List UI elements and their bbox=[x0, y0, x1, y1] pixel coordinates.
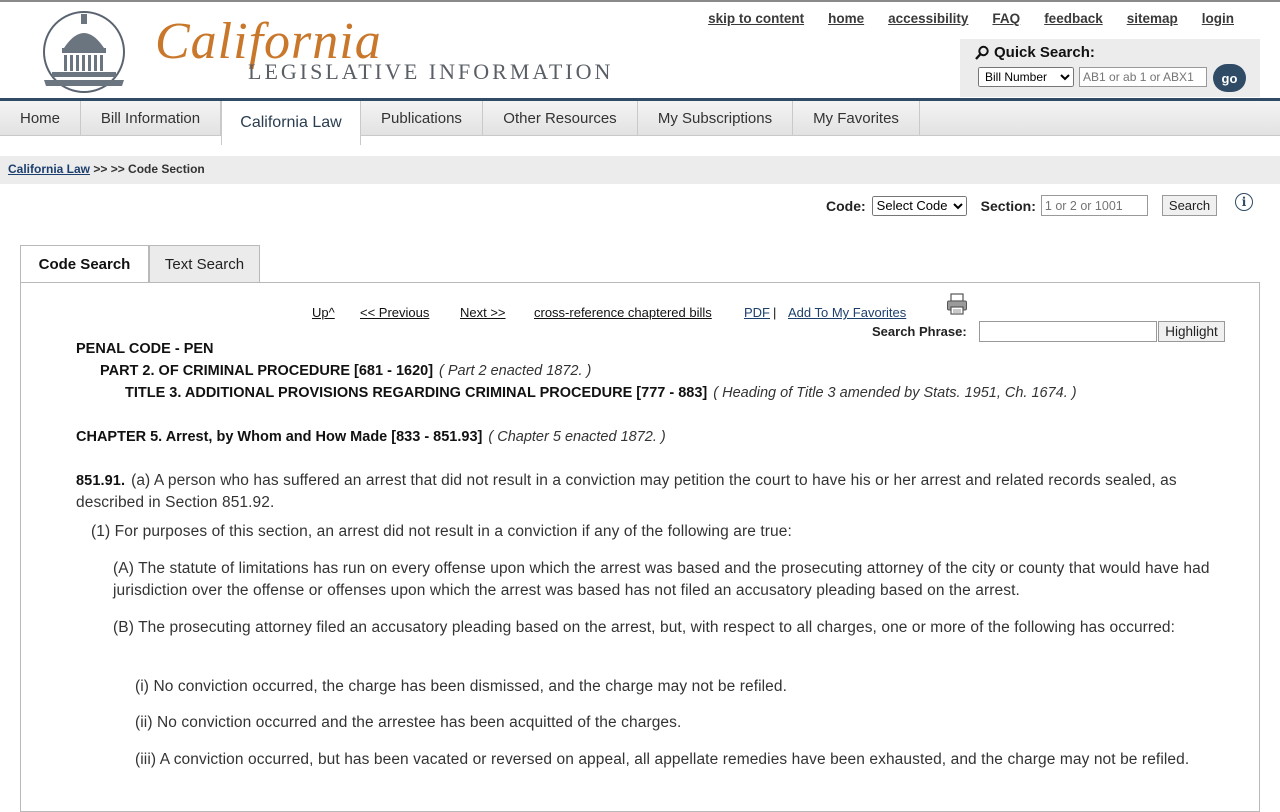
nav-bill-information[interactable]: Bill Information bbox=[81, 101, 221, 136]
breadcrumb-california-law-link[interactable]: California Law bbox=[8, 162, 90, 176]
paragraph-iii: (iii) A conviction occurred, but has bee… bbox=[135, 751, 1190, 768]
code-heading: PENAL CODE - PEN bbox=[76, 341, 214, 357]
quick-search-go-button[interactable]: go bbox=[1213, 64, 1246, 92]
faq-link[interactable]: FAQ bbox=[992, 11, 1020, 26]
code-section-panel: Up^ << Previous Next >> cross-reference … bbox=[20, 282, 1260, 812]
add-to-favorites-link[interactable]: Add To My Favorites bbox=[788, 305, 906, 320]
login-link[interactable]: login bbox=[1202, 11, 1234, 26]
tab-code-search[interactable]: Code Search bbox=[20, 245, 149, 283]
paragraph-B: (B) The prosecuting attorney filed an ac… bbox=[113, 619, 1176, 636]
paragraph-i: (i) No conviction occurred, the charge h… bbox=[135, 678, 788, 695]
feedback-link[interactable]: feedback bbox=[1044, 11, 1103, 26]
nav-home[interactable]: Home bbox=[0, 101, 81, 136]
section-label: Section: bbox=[980, 197, 1036, 214]
tab-text-search[interactable]: Text Search bbox=[149, 245, 260, 282]
chapter-heading: CHAPTER 5. Arrest, by Whom and How Made … bbox=[76, 429, 666, 445]
breadcrumb: California Law >> >> Code Section bbox=[0, 156, 1280, 184]
title-title: TITLE 3. ADDITIONAL PROVISIONS REGARDING… bbox=[125, 385, 708, 401]
title-note: ( Heading of Title 3 amended by Stats. 1… bbox=[713, 385, 1077, 401]
part-heading: PART 2. OF CRIMINAL PROCEDURE [681 - 162… bbox=[100, 363, 591, 379]
paragraph-1: (1) For purposes of this section, an arr… bbox=[91, 523, 792, 540]
logo-subtitle: LEGISLATIVE INFORMATION bbox=[248, 59, 614, 84]
code-select[interactable]: Select Code bbox=[871, 195, 967, 216]
nav-other-resources[interactable]: Other Resources bbox=[483, 101, 638, 136]
chapter-title: CHAPTER 5. Arrest, by Whom and How Made … bbox=[76, 429, 483, 445]
part-title: PART 2. OF CRIMINAL PROCEDURE [681 - 162… bbox=[100, 363, 434, 379]
search-phrase-input[interactable] bbox=[979, 321, 1157, 342]
section-input[interactable] bbox=[1040, 195, 1148, 216]
print-icon[interactable] bbox=[946, 293, 968, 315]
nav-publications[interactable]: Publications bbox=[361, 101, 483, 136]
up-link[interactable]: Up^ bbox=[312, 305, 335, 320]
paragraph-a-text: (a) A person who has suffered an arrest … bbox=[76, 472, 1177, 511]
skip-to-content-link[interactable]: skip to content bbox=[708, 11, 804, 26]
capitol-logo-icon[interactable] bbox=[40, 10, 128, 94]
code-label: Code: bbox=[826, 197, 866, 214]
search-phrase-label: Search Phrase: bbox=[872, 324, 967, 339]
info-icon[interactable]: i bbox=[1235, 193, 1253, 211]
pdf-link[interactable]: PDF bbox=[744, 305, 770, 320]
home-link[interactable]: home bbox=[828, 11, 864, 26]
highlight-button[interactable]: Highlight bbox=[1158, 321, 1225, 342]
section-search-button[interactable]: Search bbox=[1161, 195, 1218, 216]
quick-search-title: Quick Search: bbox=[974, 44, 1095, 61]
part-note: ( Part 2 enacted 1872. ) bbox=[439, 363, 592, 379]
quick-search-label: Quick Search: bbox=[994, 44, 1095, 61]
search-icon bbox=[975, 45, 989, 60]
quick-search-type-select[interactable]: Bill Number bbox=[978, 67, 1074, 87]
nav-california-law[interactable]: California Law bbox=[221, 101, 361, 145]
section-number: 851.91. bbox=[76, 473, 126, 489]
link-separator: | bbox=[773, 305, 777, 320]
chapter-note: ( Chapter 5 enacted 1872. ) bbox=[488, 429, 666, 445]
top-links: skip to content home accessibility FAQ f… bbox=[708, 11, 1234, 26]
breadcrumb-rest: >> >> Code Section bbox=[90, 162, 205, 176]
paragraph-A: (A) The statute of limitations has run o… bbox=[113, 560, 1210, 599]
main-nav: Home Bill Information California Law Pub… bbox=[0, 98, 1280, 145]
title-heading: TITLE 3. ADDITIONAL PROVISIONS REGARDING… bbox=[125, 385, 1077, 401]
site-header: California LEGISLATIVE INFORMATION skip … bbox=[0, 2, 1280, 98]
quick-search-input[interactable] bbox=[1079, 67, 1207, 87]
quick-search-box: Quick Search: Bill Number go bbox=[960, 39, 1260, 97]
paragraph-a: 851.91. (a) A person who has suffered an … bbox=[76, 470, 1206, 514]
next-link[interactable]: Next >> bbox=[460, 305, 506, 320]
nav-my-subscriptions[interactable]: My Subscriptions bbox=[638, 101, 793, 136]
previous-link[interactable]: << Previous bbox=[360, 305, 429, 320]
accessibility-link[interactable]: accessibility bbox=[888, 11, 968, 26]
code-section-search: Code: Select Code Section: Search bbox=[826, 195, 1218, 216]
paragraph-ii: (ii) No conviction occurred and the arre… bbox=[135, 714, 682, 731]
cross-reference-link[interactable]: cross-reference chaptered bills bbox=[534, 305, 712, 320]
nav-my-favorites[interactable]: My Favorites bbox=[793, 101, 920, 136]
sitemap-link[interactable]: sitemap bbox=[1127, 11, 1178, 26]
